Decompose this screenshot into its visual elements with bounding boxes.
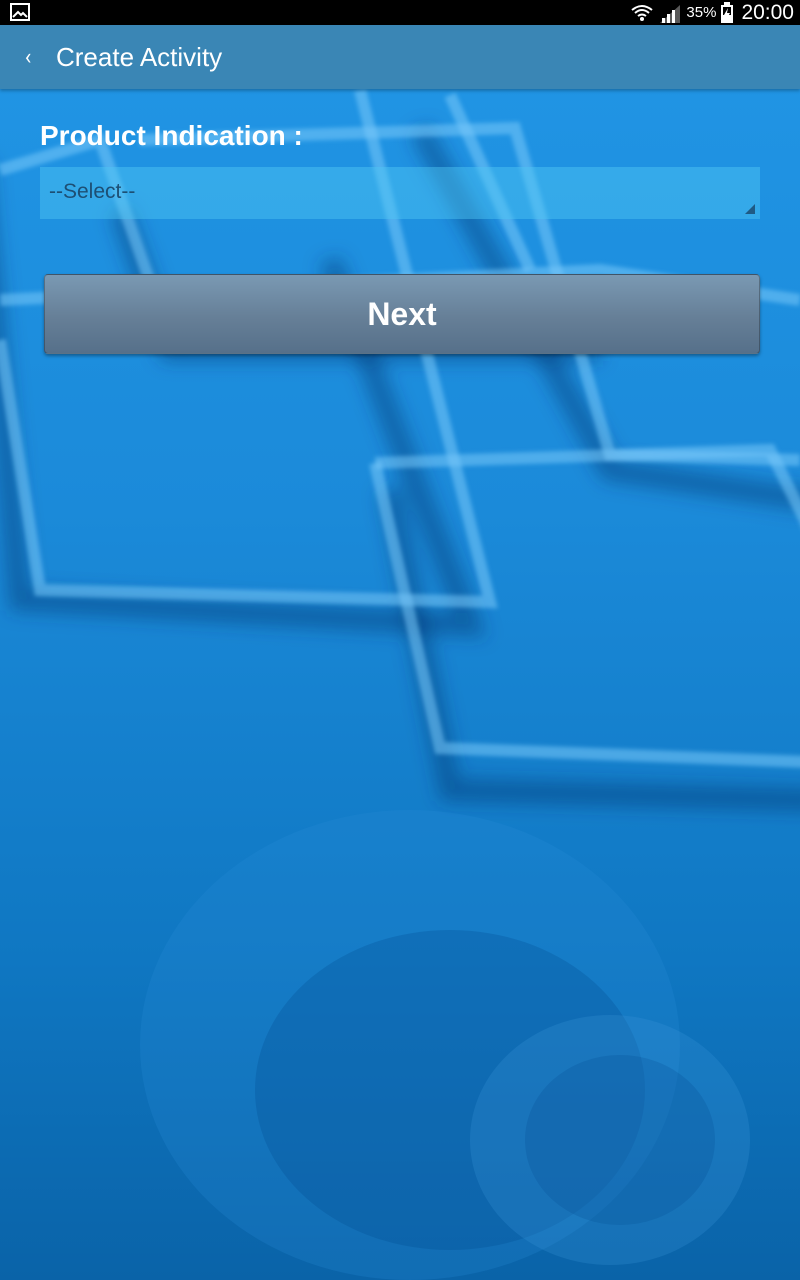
wifi-icon xyxy=(631,4,654,21)
clock: 20:00 xyxy=(741,0,794,24)
product-indication-label: Product Indication : xyxy=(40,120,303,151)
back-button[interactable]: ‹ xyxy=(0,25,56,89)
status-bar: 35% 20:00 xyxy=(0,0,800,25)
product-indication-select[interactable]: --Select-- xyxy=(40,167,760,219)
page-title: Create Activity xyxy=(56,41,223,72)
action-bar: ‹ Create Activity xyxy=(0,25,800,89)
battery-percent: 35% xyxy=(686,4,717,21)
battery-charging-icon xyxy=(721,1,734,23)
signal-icon xyxy=(660,4,681,23)
product-indication-selected-value: --Select-- xyxy=(49,180,136,203)
next-button[interactable]: Next xyxy=(44,274,760,354)
status-icons: 35% 20:00 xyxy=(630,0,794,25)
dropdown-caret-icon xyxy=(745,204,755,214)
gallery-icon xyxy=(10,3,30,21)
chevron-left-icon: ‹ xyxy=(24,44,32,70)
